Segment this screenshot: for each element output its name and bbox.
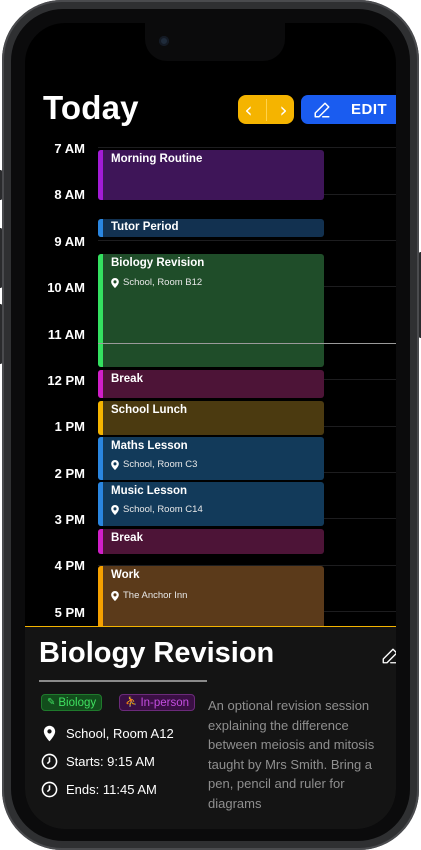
- detail-description: An optional revision session explaining …: [208, 698, 375, 811]
- time-label: 1 PM: [54, 419, 85, 434]
- pencil-icon[interactable]: [381, 647, 396, 665]
- event-color-bar: [98, 529, 103, 554]
- time-label: 10 AM: [47, 280, 85, 295]
- event-title: Biology Revision: [111, 257, 205, 269]
- event-tutor-period[interactable]: Tutor Period: [98, 219, 324, 237]
- event-color-bar: [98, 401, 103, 435]
- time-label: 11 AM: [47, 327, 85, 342]
- time-label: 9 AM: [54, 234, 85, 249]
- event-location-text: School, Room B12: [123, 277, 203, 288]
- event-break[interactable]: Break: [98, 529, 324, 554]
- location-pin-icon: [111, 277, 119, 288]
- detail-title: Biology Revision: [39, 637, 275, 669]
- app-screen: Today ‹ › EDIT 7 AM 8 AM 9 AM 10 AM 11 A…: [25, 23, 396, 829]
- event-location: The Anchor Inn: [111, 590, 187, 601]
- event-maths-lesson[interactable]: Maths Lesson School, Room C3: [98, 437, 324, 480]
- event-color-bar: [98, 219, 103, 237]
- phone-bezel: Today ‹ › EDIT 7 AM 8 AM 9 AM 10 AM 11 A…: [11, 9, 410, 841]
- nav-separator: [265, 98, 267, 121]
- clock-icon: [41, 781, 58, 798]
- event-location-text: The Anchor Inn: [123, 590, 188, 601]
- event-color-bar: [98, 566, 103, 628]
- edit-button[interactable]: EDIT: [301, 95, 396, 124]
- tag-subject: ✎ Biology: [41, 694, 103, 711]
- time-label: 2 PM: [54, 466, 85, 481]
- event-location: School, Room C3: [111, 459, 197, 470]
- detail-end: Ends: 11:45 AM: [66, 782, 157, 797]
- clock-icon: [41, 753, 58, 770]
- event-title: Break: [111, 373, 143, 385]
- event-title: Morning Routine: [111, 153, 203, 165]
- event-color-bar: [98, 254, 103, 367]
- hour-gridline: [98, 147, 396, 148]
- tag-subject-label: Biology: [58, 696, 97, 709]
- event-title: Break: [111, 532, 143, 544]
- event-biology-revision[interactable]: Biology Revision School, Room B12: [98, 254, 324, 367]
- event-morning-routine[interactable]: Morning Routine: [98, 150, 324, 200]
- event-color-bar: [98, 370, 103, 398]
- chevron-right-icon[interactable]: ›: [280, 100, 288, 120]
- time-label: 12 PM: [47, 373, 85, 388]
- event-location-text: School, Room C3: [123, 459, 198, 470]
- day-nav-pill: ‹ ›: [238, 95, 294, 124]
- chevron-left-icon[interactable]: ‹: [245, 100, 253, 120]
- title-underline: [39, 680, 207, 682]
- event-color-bar: [98, 482, 103, 526]
- camera-icon: [159, 36, 169, 46]
- detail-start-row: Starts: 9:15 AM: [41, 753, 155, 770]
- time-label: 4 PM: [54, 558, 85, 573]
- hour-gridline: [98, 240, 396, 241]
- event-title: Work: [111, 569, 140, 581]
- pencil-icon: [314, 102, 330, 117]
- current-time-indicator: [98, 343, 396, 344]
- detail-location: School, Room A12: [66, 726, 174, 741]
- event-title: School Lunch: [111, 404, 188, 416]
- location-pin-icon: [111, 590, 119, 601]
- pencil-icon: ✎: [47, 697, 56, 708]
- event-detail-sheet: Biology Revision ✎ Biology ⛹ In-person S…: [25, 626, 396, 829]
- event-title: Music Lesson: [111, 485, 188, 497]
- side-button-left-2: [0, 228, 2, 288]
- time-label: 8 AM: [54, 187, 85, 202]
- event-color-bar: [98, 150, 103, 200]
- tag-mode: ⛹ In-person: [119, 694, 196, 711]
- time-label: 7 AM: [54, 141, 85, 156]
- event-school-lunch[interactable]: School Lunch: [98, 401, 324, 435]
- side-button-left-3: [0, 304, 2, 364]
- location-pin-icon: [111, 504, 119, 515]
- event-break[interactable]: Break: [98, 370, 324, 398]
- page-title: Today: [43, 89, 139, 126]
- tag-mode-label: In-person: [140, 696, 190, 709]
- event-title: Tutor Period: [111, 221, 179, 233]
- edit-button-label: EDIT: [351, 101, 388, 118]
- person-icon: ⛹: [125, 697, 138, 708]
- event-location: School, Room B12: [111, 277, 202, 288]
- event-title: Maths Lesson: [111, 440, 188, 452]
- event-location: School, Room C14: [111, 504, 203, 515]
- time-label: 3 PM: [54, 512, 85, 527]
- detail-end-row: Ends: 11:45 AM: [41, 781, 157, 798]
- location-pin-icon: [43, 725, 56, 742]
- event-location-text: School, Room C14: [123, 504, 203, 515]
- side-button-left-1: [0, 170, 2, 200]
- phone-frame: Today ‹ › EDIT 7 AM 8 AM 9 AM 10 AM 11 A…: [0, 0, 421, 850]
- time-label: 5 PM: [54, 605, 85, 620]
- event-work[interactable]: Work The Anchor Inn: [98, 566, 324, 628]
- detail-location-row: School, Room A12: [41, 725, 174, 742]
- event-color-bar: [98, 437, 103, 480]
- event-music-lesson[interactable]: Music Lesson School, Room C14: [98, 482, 324, 526]
- detail-start: Starts: 9:15 AM: [66, 754, 155, 769]
- location-pin-icon: [111, 459, 119, 470]
